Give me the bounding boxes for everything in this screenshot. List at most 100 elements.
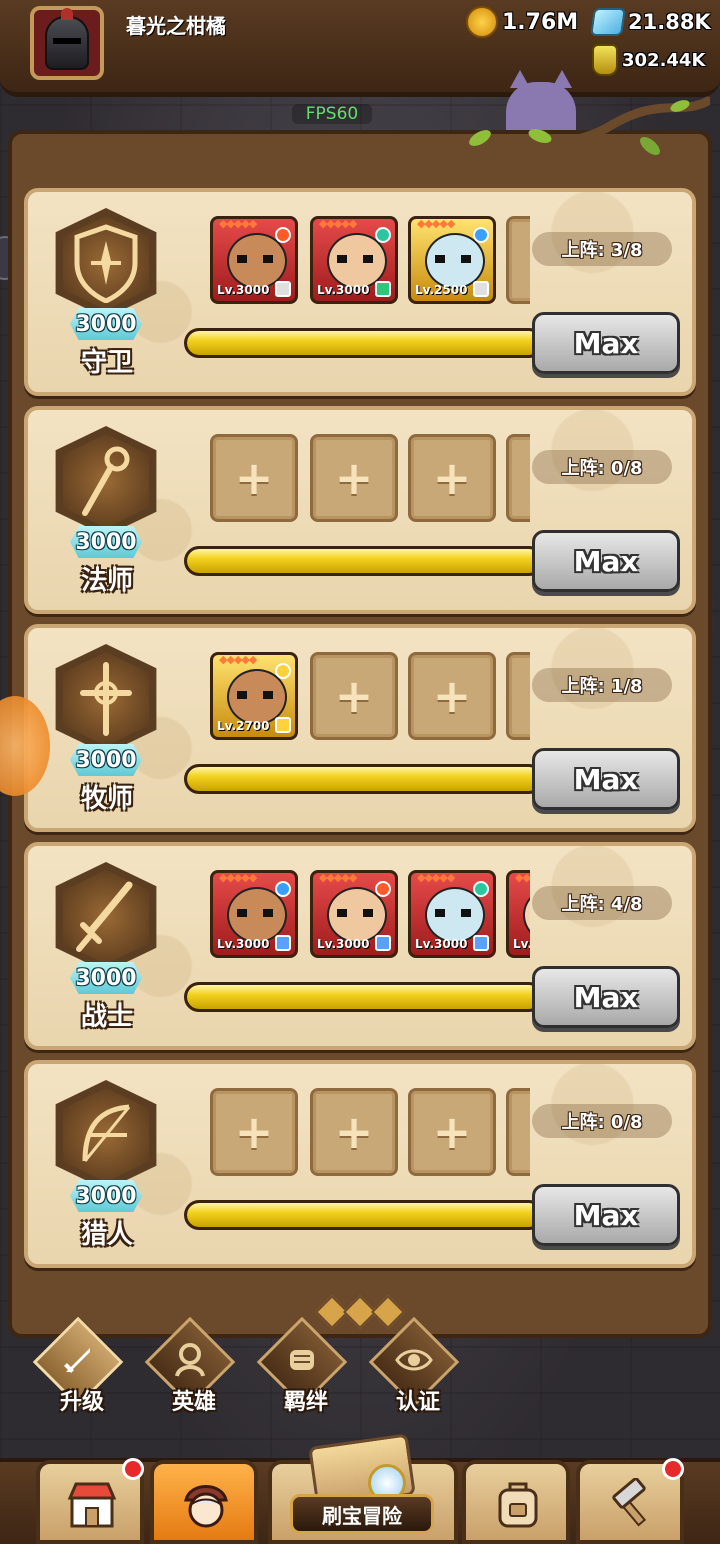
star-rating: ◆◆◆◆◆ <box>219 871 257 884</box>
player-avatar[interactable] <box>30 6 104 80</box>
water-element-icon <box>473 227 489 243</box>
sword-class-icon <box>50 862 162 972</box>
nav-forge[interactable] <box>576 1458 684 1544</box>
star-rating: ◆◆◆◆◆ <box>219 217 257 230</box>
max-button[interactable]: Max <box>532 748 680 810</box>
deployed-count: 上阵: 1/8 <box>532 668 672 702</box>
water-element-icon <box>275 881 291 897</box>
nav-backpack[interactable] <box>462 1460 570 1544</box>
notification-badge <box>662 1458 684 1480</box>
plus-icon: + <box>432 1105 472 1159</box>
max-button[interactable]: Max <box>532 530 680 592</box>
subnav-heroes[interactable]: 英雄 <box>144 1316 240 1426</box>
class-name: 猎人 <box>80 1220 133 1250</box>
subnav-certify[interactable]: 认证 <box>368 1316 464 1426</box>
empty-hero-slot[interactable]: + <box>506 434 530 522</box>
hero-portrait-icon <box>184 1485 228 1528</box>
wind-element-icon <box>375 227 391 243</box>
subnav-upgrade-label: 升级 <box>59 1390 104 1415</box>
hero-subnav: 升级 英雄 羁绊 认证 <box>24 1316 484 1426</box>
hero-slot-row[interactable]: + + + + <box>184 1084 530 1180</box>
hero-card[interactable]: ◆◆◆◆◆ Lv.2500 <box>408 216 496 304</box>
hero-card[interactable]: ◆◆◆◆◆ Lv.3000 <box>210 216 298 304</box>
backpack-icon <box>498 1482 538 1528</box>
subnav-certify-label: 认证 <box>395 1390 440 1415</box>
class-emblem[interactable] <box>50 426 162 536</box>
warrior-role-icon <box>275 935 291 951</box>
class-progress-bar <box>184 1200 544 1230</box>
plus-icon: + <box>234 451 274 505</box>
hero-card[interactable]: ◆◆◆◆◆ Lv.3000 <box>210 870 298 958</box>
class-name: 法师 <box>80 566 133 596</box>
class-card: 3000 法师 + + + + 上阵: 0/8 Max <box>24 406 696 614</box>
max-button[interactable]: Max <box>532 312 680 374</box>
class-level-badge: 3000 <box>70 744 142 776</box>
gem-resource[interactable]: 21.88K <box>590 8 711 36</box>
fist-bond-icon <box>282 1340 322 1380</box>
deployed-count: 上阵: 4/8 <box>532 886 672 920</box>
deployed-count: 上阵: 0/8 <box>532 450 672 484</box>
class-emblem[interactable] <box>50 208 162 318</box>
hero-slot-row[interactable]: ◆◆◆◆◆ Lv.2700 + + + <box>184 648 530 744</box>
top-bar: 暮光之柑橘 1.76M 21.88K 302.44K <box>0 0 720 97</box>
class-emblem[interactable] <box>50 862 162 972</box>
empty-hero-slot[interactable]: + <box>310 434 398 522</box>
empty-hero-slot[interactable]: + <box>310 1088 398 1176</box>
empty-hero-slot[interactable]: + <box>506 216 530 304</box>
hero-slot-row[interactable]: ◆◆◆◆◆ Lv.3000 ◆◆◆◆◆ Lv.3000 ◆◆◆◆◆ <box>184 212 530 308</box>
empty-hero-slot[interactable]: + <box>310 652 398 740</box>
potion-amount: 302.44K <box>622 49 706 71</box>
nav-shop[interactable] <box>36 1458 144 1544</box>
hero-card[interactable]: ◆◆◆◆◆ Lv.30 <box>506 870 530 958</box>
knight-helmet-icon <box>45 8 89 70</box>
class-level-badge: 3000 <box>70 308 142 340</box>
nav-treasure-adventure[interactable]: 刷宝冒险 <box>268 1433 456 1540</box>
potion-resource[interactable]: 302.44K <box>592 44 705 76</box>
max-button[interactable]: Max <box>532 966 680 1028</box>
star-rating: ◆◆◆◆◆ <box>417 217 455 230</box>
empty-hero-slot[interactable]: + <box>408 434 496 522</box>
class-emblem[interactable] <box>50 1080 162 1190</box>
empty-hero-slot[interactable]: + <box>210 1088 298 1176</box>
subnav-bonds-label: 羁绊 <box>283 1390 328 1415</box>
class-level-badge: 3000 <box>70 526 142 558</box>
class-name: 战士 <box>80 1002 133 1032</box>
hero-eyes <box>337 255 373 263</box>
star-rating: ◆◆◆◆◆ <box>515 871 530 884</box>
empty-hero-slot[interactable]: + <box>210 434 298 522</box>
class-progress-bar <box>184 328 544 358</box>
hero-eyes <box>435 909 471 917</box>
subnav-upgrade[interactable]: 升级 <box>32 1316 128 1426</box>
page-indicator <box>312 1295 408 1329</box>
nav-heroes[interactable] <box>150 1460 258 1544</box>
fire-element-icon <box>275 227 291 243</box>
class-emblem[interactable] <box>50 644 162 754</box>
star-rating: ◆◆◆◆◆ <box>219 653 257 666</box>
star-rating: ◆◆◆◆◆ <box>319 217 357 230</box>
shield-class-icon <box>50 208 162 318</box>
hero-eyes <box>337 909 373 917</box>
hero-card[interactable]: ◆◆◆◆◆ Lv.3000 <box>408 870 496 958</box>
subnav-heroes-label: 英雄 <box>171 1390 216 1415</box>
empty-hero-slot[interactable]: + <box>506 1088 530 1176</box>
empty-hero-slot[interactable]: + <box>408 1088 496 1176</box>
hero-card[interactable]: ◆◆◆◆◆ Lv.2700 <box>210 652 298 740</box>
class-name: 守卫 <box>80 348 133 378</box>
eye-certify-icon <box>394 1340 434 1380</box>
progress-fill <box>187 331 541 355</box>
hero-level: Lv.30 <box>513 937 530 951</box>
empty-hero-slot[interactable]: + <box>506 652 530 740</box>
subnav-bonds[interactable]: 羁绊 <box>256 1316 352 1426</box>
hero-slot-row[interactable]: + + + + <box>184 430 530 526</box>
hero-portrait <box>523 887 530 943</box>
empty-hero-slot[interactable]: + <box>408 652 496 740</box>
hero-slot-row[interactable]: ◆◆◆◆◆ Lv.3000 ◆◆◆◆◆ Lv.3000 ◆◆◆◆◆ <box>184 866 530 962</box>
progress-fill <box>187 985 541 1009</box>
hero-card[interactable]: ◆◆◆◆◆ Lv.3000 <box>310 216 398 304</box>
staff-class-icon <box>50 426 162 536</box>
max-button[interactable]: Max <box>532 1184 680 1246</box>
plus-icon: + <box>334 669 374 723</box>
hero-card[interactable]: ◆◆◆◆◆ Lv.3000 <box>310 870 398 958</box>
class-card: 3000 战士 ◆◆◆◆◆ Lv.3000 ◆◆◆◆◆ Lv.3000 ◆◆◆◆… <box>24 842 696 1050</box>
gold-resource[interactable]: 1.76M <box>466 6 578 38</box>
